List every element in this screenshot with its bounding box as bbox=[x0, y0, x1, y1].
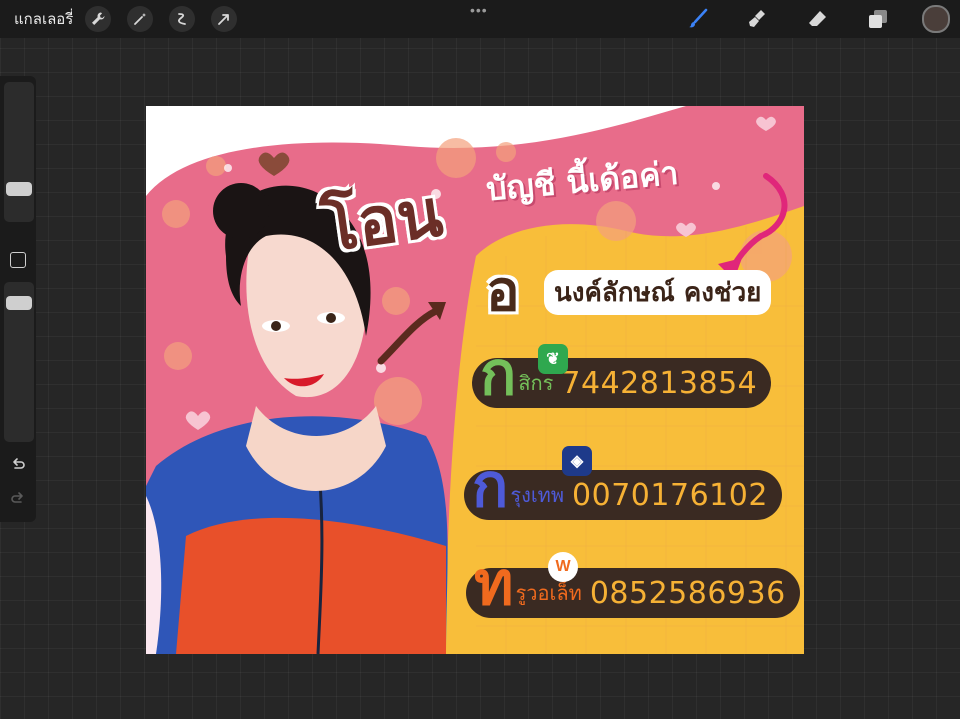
bank-initial: ก bbox=[480, 339, 517, 409]
wrench-icon[interactable] bbox=[85, 6, 112, 32]
bangkok-bank-logo-icon: ◈ bbox=[562, 446, 592, 476]
redo-icon[interactable] bbox=[9, 490, 27, 508]
kasikorn-logo-icon: ❦ bbox=[538, 344, 568, 374]
artwork-canvas[interactable]: โอน บัญชี นี้เด้อค่า อ นงค์ลักษณ์ คงช่วย… bbox=[146, 106, 804, 654]
name-initial-text: อ bbox=[486, 259, 520, 324]
account-number: 0070176102 bbox=[572, 477, 768, 513]
gallery-button[interactable]: แกลเลอรี่ bbox=[14, 7, 73, 31]
bank-name: สิกร bbox=[518, 371, 554, 395]
bank-name: รูวอเล็ท bbox=[515, 581, 582, 605]
layers-icon[interactable] bbox=[864, 5, 892, 33]
more-options-dots[interactable]: ••• bbox=[470, 2, 488, 18]
bank-initial: ท bbox=[474, 549, 514, 619]
top-toolbar: แกลเลอรี่ ••• bbox=[0, 0, 960, 38]
bank-initial: ก bbox=[472, 451, 509, 521]
bank-name: รุงเทพ bbox=[510, 483, 565, 507]
opacity-thumb[interactable] bbox=[6, 296, 32, 310]
smudge-icon[interactable] bbox=[744, 5, 772, 33]
truemoney-wallet-logo-icon: W bbox=[548, 552, 578, 582]
selection-icon[interactable] bbox=[169, 6, 196, 32]
color-picker-swatch[interactable] bbox=[922, 5, 950, 33]
headline-big-text: โอน bbox=[317, 174, 447, 267]
brush-icon[interactable] bbox=[684, 5, 712, 33]
bank-row-kasikorn: ก สิกร 7442813854 bbox=[472, 344, 772, 408]
left-sidebar bbox=[0, 76, 36, 522]
account-holder-name: นงค์ลักษณ์ คงช่วย bbox=[544, 270, 772, 315]
right-tool-group bbox=[652, 5, 950, 33]
account-number: 7442813854 bbox=[561, 365, 758, 401]
eraser-icon[interactable] bbox=[804, 5, 832, 33]
undo-icon[interactable] bbox=[9, 456, 27, 474]
modify-button[interactable] bbox=[10, 252, 26, 268]
magic-wand-icon[interactable] bbox=[127, 6, 154, 32]
opacity-slider[interactable] bbox=[4, 282, 34, 442]
brush-size-thumb[interactable] bbox=[6, 182, 32, 196]
transform-arrow-icon[interactable] bbox=[211, 6, 238, 32]
bank-row-bangkok: ก รุงเทพ 0070176102 bbox=[464, 456, 782, 520]
account-number: 0852586936 bbox=[589, 575, 786, 611]
brush-size-slider[interactable] bbox=[4, 82, 34, 222]
bank-row-truewallet: ท รูวอเล็ท 0852586936 bbox=[466, 554, 800, 618]
